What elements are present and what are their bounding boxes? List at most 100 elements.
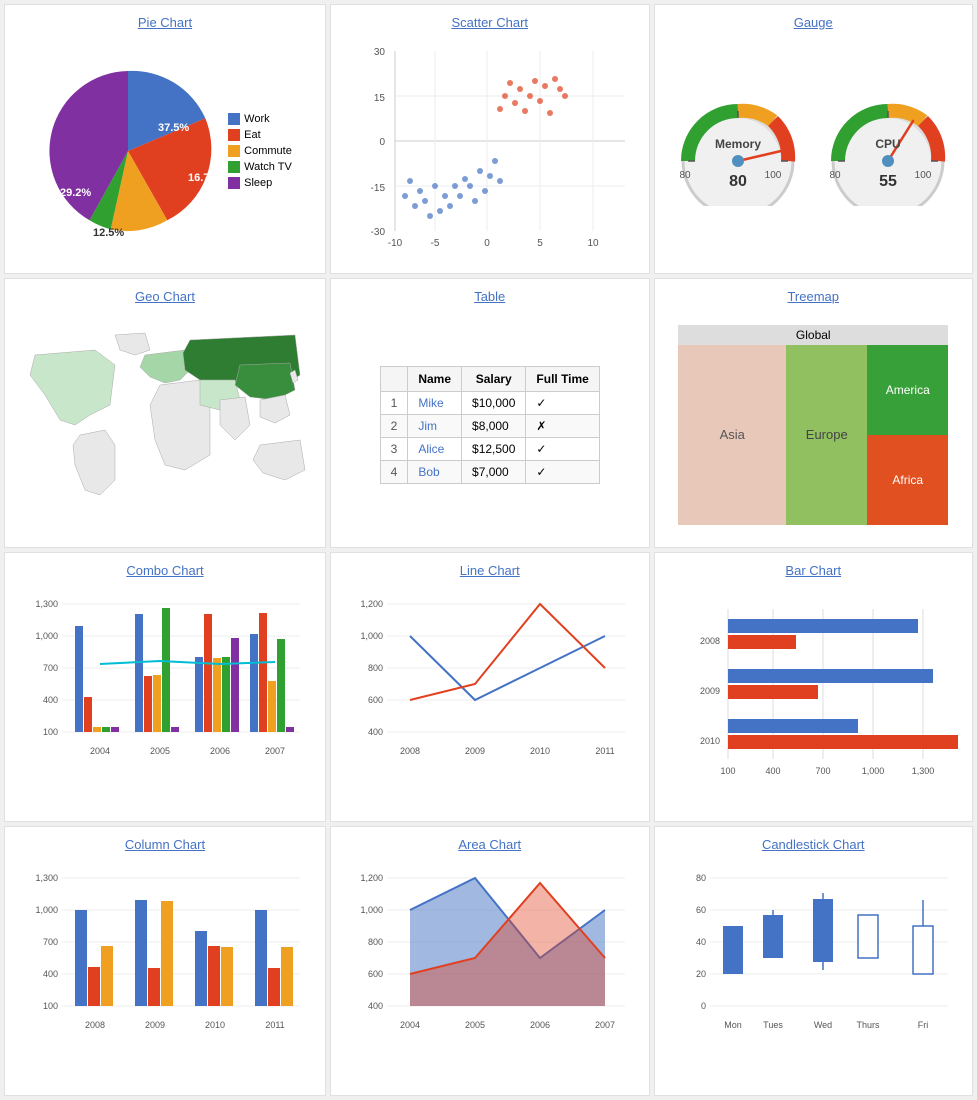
svg-text:5: 5: [537, 238, 543, 249]
svg-text:700: 700: [816, 766, 831, 776]
svg-text:-5: -5: [430, 238, 439, 249]
line-chart-title[interactable]: Line Chart: [460, 563, 520, 578]
svg-text:1,200: 1,200: [360, 599, 383, 609]
svg-text:600: 600: [368, 695, 383, 705]
table-title[interactable]: Table: [474, 289, 505, 304]
gauges-container: Memory 80 100 80: [673, 96, 953, 206]
table-area: Name Salary Full Time 1 Mike $10,000 ✓ 2…: [341, 312, 639, 537]
svg-text:1,000: 1,000: [360, 631, 383, 641]
scatter-svg: 30 15 0 -15 -30 -10 -5 0 5 10: [345, 41, 635, 261]
treemap-area: Global Asia Europe America Africa: [665, 312, 963, 537]
svg-text:2006: 2006: [210, 746, 230, 756]
svg-text:0: 0: [379, 137, 385, 148]
svg-text:-10: -10: [388, 238, 403, 249]
legend-color-work: [228, 113, 240, 125]
table-row: 2 Jim $8,000 ✗: [380, 414, 599, 437]
cpu-value: 55: [879, 173, 897, 190]
row-num: 1: [380, 391, 408, 414]
chart-grid: Pie Chart 37.5% 16.7% 12.5%: [0, 0, 977, 1100]
legend-work: Work: [228, 113, 292, 125]
svg-text:2010: 2010: [205, 1020, 225, 1030]
cpu-label: CPU: [876, 137, 901, 151]
gauge-title[interactable]: Gauge: [794, 15, 833, 30]
svg-text:1,200: 1,200: [360, 873, 383, 883]
candlestick-chart-area: 80 60 40 20 0 Mon Tues Wed Thurs Fri: [665, 860, 963, 1085]
memory-gauge: Memory 80 100 80: [673, 96, 803, 206]
column-chart-cell: Column Chart 1,300 1,000 700 400 100 200…: [4, 826, 326, 1096]
table-row: 3 Alice $12,500 ✓: [380, 437, 599, 460]
row-name: Mike: [408, 391, 462, 414]
col-header-num: [380, 366, 408, 391]
svg-text:-30: -30: [370, 227, 385, 238]
svg-text:60: 60: [696, 905, 706, 915]
candlestick-chart-title[interactable]: Candlestick Chart: [762, 837, 865, 852]
gauge-area: Memory 80 100 80: [665, 38, 963, 263]
row-salary: $7,000: [462, 460, 526, 483]
svg-text:0: 0: [484, 238, 490, 249]
treemap-america: America: [867, 345, 948, 435]
svg-text:700: 700: [43, 937, 58, 947]
combo-chart-title[interactable]: Combo Chart: [126, 563, 203, 578]
geo-chart-cell: Geo Chart: [4, 278, 326, 548]
bar-chart-area: 2008 2009 2010 100 400 700 1,000 1,300: [665, 586, 963, 811]
col-header-name: Name: [408, 366, 462, 391]
col-header-fulltime: Full Time: [526, 366, 599, 391]
memory-value: 80: [729, 173, 747, 190]
area-chart-area: 1,200 1,000 800 600 400 2004 2005 2006 2…: [341, 860, 639, 1085]
svg-text:700: 700: [43, 663, 58, 673]
pie-label-commute: 12.5%: [93, 227, 124, 239]
svg-text:Fri: Fri: [918, 1020, 929, 1030]
table-row: 1 Mike $10,000 ✓: [380, 391, 599, 414]
treemap-right: America Africa: [867, 345, 948, 525]
svg-text:80: 80: [696, 873, 706, 883]
svg-text:80: 80: [680, 170, 692, 181]
scatter-chart-cell: Scatter Chart 30 15 0 -15 -30 -10 -5 0 5…: [330, 4, 650, 274]
line-chart-cell: Line Chart 1,200 1,000 800 600 400 2008 …: [330, 552, 650, 822]
treemap-cell: Treemap Global Asia Europe America Afric…: [654, 278, 974, 548]
memory-label: Memory: [715, 137, 761, 151]
svg-text:15: 15: [374, 93, 386, 104]
svg-text:400: 400: [43, 969, 58, 979]
cpu-gauge: CPU 80 100 55: [823, 96, 953, 206]
geo-chart-title[interactable]: Geo Chart: [135, 289, 195, 304]
row-name: Bob: [408, 460, 462, 483]
svg-text:1,300: 1,300: [912, 766, 935, 776]
svg-text:2005: 2005: [465, 1020, 485, 1030]
pie-label-work: 37.5%: [158, 122, 189, 134]
treemap-title[interactable]: Treemap: [787, 289, 839, 304]
column-chart-title[interactable]: Column Chart: [125, 837, 205, 852]
svg-text:100: 100: [915, 170, 932, 181]
row-fulltime: ✓: [526, 391, 599, 414]
treemap-africa: Africa: [867, 435, 948, 525]
legend-sleep: Sleep: [228, 177, 292, 189]
svg-text:1,000: 1,000: [35, 631, 58, 641]
svg-text:400: 400: [368, 1001, 383, 1011]
pie-chart-cell: Pie Chart 37.5% 16.7% 12.5%: [4, 4, 326, 274]
pie-chart-title[interactable]: Pie Chart: [138, 15, 192, 30]
svg-text:2011: 2011: [595, 746, 614, 756]
pie-legend: Work Eat Commute Watch TV: [228, 113, 292, 189]
row-name: Jim: [408, 414, 462, 437]
svg-text:2004: 2004: [400, 1020, 420, 1030]
legend-label-commute: Commute: [244, 145, 292, 157]
bar-chart-title[interactable]: Bar Chart: [785, 563, 841, 578]
svg-text:1,300: 1,300: [35, 873, 58, 883]
legend-watchtv: Watch TV: [228, 161, 292, 173]
svg-text:0: 0: [701, 1001, 706, 1011]
svg-text:2006: 2006: [530, 1020, 550, 1030]
row-salary: $8,000: [462, 414, 526, 437]
svg-text:100: 100: [43, 727, 58, 737]
svg-text:2007: 2007: [265, 746, 285, 756]
area-chart-title[interactable]: Area Chart: [458, 837, 521, 852]
row-fulltime: ✗: [526, 414, 599, 437]
svg-text:800: 800: [368, 937, 383, 947]
geo-svg: [15, 325, 315, 525]
row-salary: $10,000: [462, 391, 526, 414]
svg-text:Thurs: Thurs: [857, 1020, 881, 1030]
legend-eat: Eat: [228, 129, 292, 141]
legend-commute: Commute: [228, 145, 292, 157]
table-row: 4 Bob $7,000 ✓: [380, 460, 599, 483]
scatter-chart-title[interactable]: Scatter Chart: [451, 15, 528, 30]
svg-text:Wed: Wed: [814, 1020, 832, 1030]
svg-text:100: 100: [721, 766, 736, 776]
